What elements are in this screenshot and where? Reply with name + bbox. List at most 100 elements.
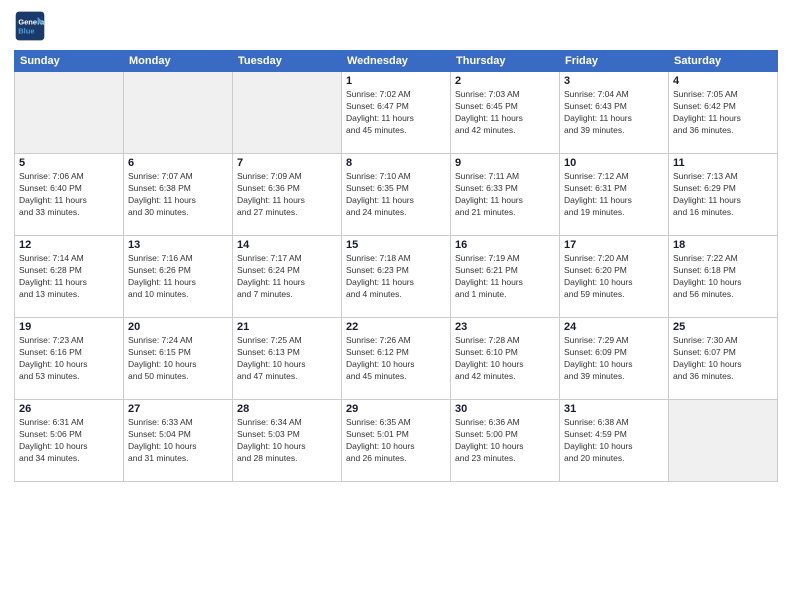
calendar-cell: 24 Sunrise: 7:29 AM Sunset: 6:09 PM Dayli… <box>560 318 669 400</box>
calendar-cell: 2 Sunrise: 7:03 AM Sunset: 6:45 PM Daylig… <box>451 72 560 154</box>
day-number: 29 <box>346 403 446 415</box>
calendar-cell: 27 Sunrise: 6:33 AM Sunset: 5:04 PM Dayli… <box>124 400 233 482</box>
day-detail: Sunrise: 7:05 AM Sunset: 6:42 PM Dayligh… <box>673 89 773 137</box>
day-detail: Sunrise: 7:17 AM Sunset: 6:24 PM Dayligh… <box>237 253 337 301</box>
day-detail: Sunrise: 7:25 AM Sunset: 6:13 PM Dayligh… <box>237 335 337 383</box>
weekday-friday: Friday <box>560 51 669 72</box>
day-detail: Sunrise: 7:19 AM Sunset: 6:21 PM Dayligh… <box>455 253 555 301</box>
day-detail: Sunrise: 7:11 AM Sunset: 6:33 PM Dayligh… <box>455 171 555 219</box>
calendar-table: SundayMondayTuesdayWednesdayThursdayFrid… <box>14 50 778 482</box>
calendar-cell: 29 Sunrise: 6:35 AM Sunset: 5:01 PM Dayli… <box>342 400 451 482</box>
day-number: 25 <box>673 321 773 333</box>
calendar-cell: 7 Sunrise: 7:09 AM Sunset: 6:36 PM Daylig… <box>233 154 342 236</box>
day-detail: Sunrise: 6:36 AM Sunset: 5:00 PM Dayligh… <box>455 417 555 465</box>
calendar-cell: 11 Sunrise: 7:13 AM Sunset: 6:29 PM Dayli… <box>669 154 778 236</box>
day-number: 31 <box>564 403 664 415</box>
day-detail: Sunrise: 6:38 AM Sunset: 4:59 PM Dayligh… <box>564 417 664 465</box>
day-detail: Sunrise: 6:34 AM Sunset: 5:03 PM Dayligh… <box>237 417 337 465</box>
calendar-cell <box>15 72 124 154</box>
calendar-cell: 15 Sunrise: 7:18 AM Sunset: 6:23 PM Dayli… <box>342 236 451 318</box>
day-number: 23 <box>455 321 555 333</box>
day-number: 11 <box>673 157 773 169</box>
svg-text:Blue: Blue <box>18 27 34 36</box>
calendar-cell <box>669 400 778 482</box>
day-number: 26 <box>19 403 119 415</box>
logo: General Blue <box>14 10 50 42</box>
calendar-cell <box>124 72 233 154</box>
day-detail: Sunrise: 7:18 AM Sunset: 6:23 PM Dayligh… <box>346 253 446 301</box>
calendar-cell: 14 Sunrise: 7:17 AM Sunset: 6:24 PM Dayli… <box>233 236 342 318</box>
day-detail: Sunrise: 7:07 AM Sunset: 6:38 PM Dayligh… <box>128 171 228 219</box>
logo-icon: General Blue <box>14 10 46 42</box>
day-detail: Sunrise: 7:23 AM Sunset: 6:16 PM Dayligh… <box>19 335 119 383</box>
day-number: 8 <box>346 157 446 169</box>
day-detail: Sunrise: 7:20 AM Sunset: 6:20 PM Dayligh… <box>564 253 664 301</box>
day-number: 22 <box>346 321 446 333</box>
weekday-tuesday: Tuesday <box>233 51 342 72</box>
day-number: 21 <box>237 321 337 333</box>
calendar-cell: 30 Sunrise: 6:36 AM Sunset: 5:00 PM Dayli… <box>451 400 560 482</box>
calendar-cell: 12 Sunrise: 7:14 AM Sunset: 6:28 PM Dayli… <box>15 236 124 318</box>
calendar-cell: 3Sunrise: 7:04 AM Sunset: 6:43 PM Daylig… <box>560 72 669 154</box>
day-detail: Sunrise: 6:33 AM Sunset: 5:04 PM Dayligh… <box>128 417 228 465</box>
day-number: 12 <box>19 239 119 251</box>
weekday-wednesday: Wednesday <box>342 51 451 72</box>
weekday-sunday: Sunday <box>15 51 124 72</box>
day-number: 17 <box>564 239 664 251</box>
weekday-monday: Monday <box>124 51 233 72</box>
calendar-cell: 9 Sunrise: 7:11 AM Sunset: 6:33 PM Daylig… <box>451 154 560 236</box>
calendar-cell: 6Sunrise: 7:07 AM Sunset: 6:38 PM Daylig… <box>124 154 233 236</box>
day-number: 15 <box>346 239 446 251</box>
day-number: 9 <box>455 157 555 169</box>
calendar-cell: 8 Sunrise: 7:10 AM Sunset: 6:35 PM Daylig… <box>342 154 451 236</box>
day-detail: Sunrise: 7:22 AM Sunset: 6:18 PM Dayligh… <box>673 253 773 301</box>
calendar-cell: 16 Sunrise: 7:19 AM Sunset: 6:21 PM Dayli… <box>451 236 560 318</box>
day-detail: Sunrise: 7:16 AM Sunset: 6:26 PM Dayligh… <box>128 253 228 301</box>
header: General Blue <box>14 10 778 42</box>
calendar-cell: 31 Sunrise: 6:38 AM Sunset: 4:59 PM Dayli… <box>560 400 669 482</box>
day-number: 24 <box>564 321 664 333</box>
day-number: 3 <box>564 75 664 87</box>
calendar-cell: 13 Sunrise: 7:16 AM Sunset: 6:26 PM Dayli… <box>124 236 233 318</box>
day-number: 30 <box>455 403 555 415</box>
calendar-body: 1Sunrise: 7:02 AM Sunset: 6:47 PM Daylig… <box>15 72 778 482</box>
day-number: 28 <box>237 403 337 415</box>
weekday-header-row: SundayMondayTuesdayWednesdayThursdayFrid… <box>15 51 778 72</box>
calendar-cell: 18 Sunrise: 7:22 AM Sunset: 6:18 PM Dayli… <box>669 236 778 318</box>
day-number: 20 <box>128 321 228 333</box>
day-detail: Sunrise: 7:09 AM Sunset: 6:36 PM Dayligh… <box>237 171 337 219</box>
day-detail: Sunrise: 7:13 AM Sunset: 6:29 PM Dayligh… <box>673 171 773 219</box>
day-detail: Sunrise: 7:06 AM Sunset: 6:40 PM Dayligh… <box>19 171 119 219</box>
calendar-page: General Blue SundayMondayTuesdayWednesda… <box>0 0 792 612</box>
day-detail: Sunrise: 7:03 AM Sunset: 6:45 PM Dayligh… <box>455 89 555 137</box>
calendar-cell: 25 Sunrise: 7:30 AM Sunset: 6:07 PM Dayli… <box>669 318 778 400</box>
weekday-thursday: Thursday <box>451 51 560 72</box>
day-number: 1 <box>346 75 446 87</box>
day-number: 10 <box>564 157 664 169</box>
day-number: 13 <box>128 239 228 251</box>
day-number: 2 <box>455 75 555 87</box>
day-number: 19 <box>19 321 119 333</box>
day-number: 7 <box>237 157 337 169</box>
day-number: 16 <box>455 239 555 251</box>
day-detail: Sunrise: 7:10 AM Sunset: 6:35 PM Dayligh… <box>346 171 446 219</box>
day-detail: Sunrise: 7:30 AM Sunset: 6:07 PM Dayligh… <box>673 335 773 383</box>
day-number: 27 <box>128 403 228 415</box>
day-number: 4 <box>673 75 773 87</box>
calendar-cell: 23Sunrise: 7:28 AM Sunset: 6:10 PM Dayli… <box>451 318 560 400</box>
week-row-4: 19 Sunrise: 7:23 AM Sunset: 6:16 PM Dayli… <box>15 318 778 400</box>
calendar-cell: 20 Sunrise: 7:24 AM Sunset: 6:15 PM Dayli… <box>124 318 233 400</box>
day-detail: Sunrise: 7:29 AM Sunset: 6:09 PM Dayligh… <box>564 335 664 383</box>
calendar-cell: 22Sunrise: 7:26 AM Sunset: 6:12 PM Dayli… <box>342 318 451 400</box>
day-detail: Sunrise: 6:35 AM Sunset: 5:01 PM Dayligh… <box>346 417 446 465</box>
calendar-cell <box>233 72 342 154</box>
day-number: 18 <box>673 239 773 251</box>
day-number: 14 <box>237 239 337 251</box>
calendar-cell: 5Sunrise: 7:06 AM Sunset: 6:40 PM Daylig… <box>15 154 124 236</box>
day-detail: Sunrise: 7:24 AM Sunset: 6:15 PM Dayligh… <box>128 335 228 383</box>
calendar-cell: 19 Sunrise: 7:23 AM Sunset: 6:16 PM Dayli… <box>15 318 124 400</box>
calendar-cell: 17 Sunrise: 7:20 AM Sunset: 6:20 PM Dayli… <box>560 236 669 318</box>
week-row-5: 26Sunrise: 6:31 AM Sunset: 5:06 PM Dayli… <box>15 400 778 482</box>
day-detail: Sunrise: 7:14 AM Sunset: 6:28 PM Dayligh… <box>19 253 119 301</box>
calendar-cell: 10Sunrise: 7:12 AM Sunset: 6:31 PM Dayli… <box>560 154 669 236</box>
